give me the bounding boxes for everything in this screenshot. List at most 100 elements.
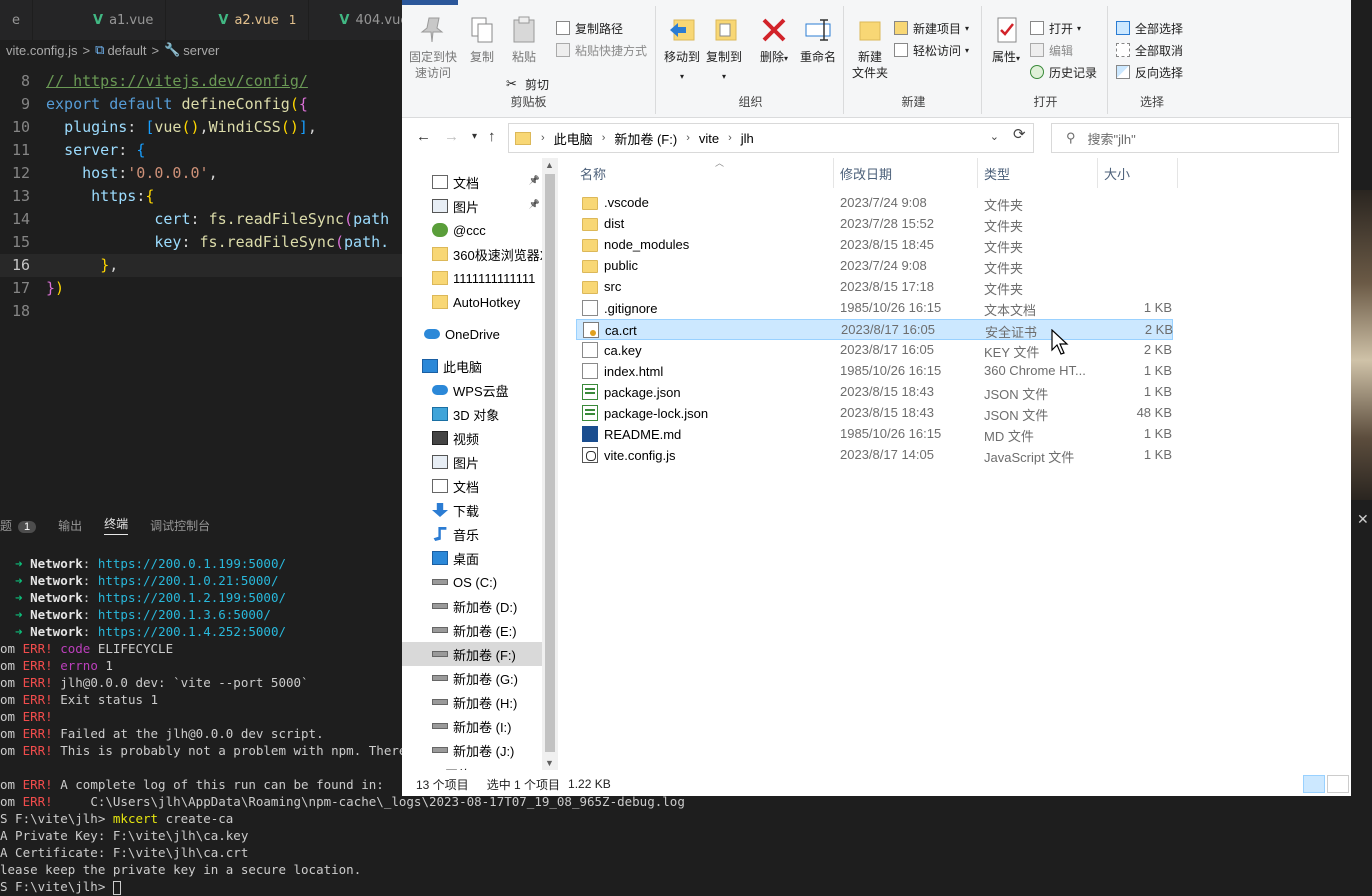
address-segment[interactable]: vite <box>699 131 719 146</box>
file-row[interactable]: package-lock.json 2023/8/15 18:43 JSON 文件 4… <box>576 403 1173 424</box>
nav-item[interactable]: AutoHotkey <box>402 290 542 314</box>
cut-button[interactable]: ✂ 剪切 <box>506 74 549 94</box>
nav-item[interactable]: 文档 <box>402 474 542 498</box>
nav-scrollbar[interactable]: ▲ ▼ <box>542 158 558 770</box>
nav-item[interactable]: 新加卷 (J:) <box>402 738 542 762</box>
column-header-date[interactable]: 修改日期 <box>834 158 978 188</box>
address-segment[interactable]: jlh <box>741 131 754 146</box>
chevron-down-icon[interactable]: ⌄ <box>990 130 999 143</box>
back-button[interactable]: ← <box>416 128 431 145</box>
terminal-link[interactable]: https://200.1.3.6:5000/ <box>98 607 271 622</box>
nav-item[interactable]: 下载 <box>402 498 542 522</box>
file-size: 2 KB <box>1144 322 1173 337</box>
large-icons-view-button[interactable] <box>1327 775 1349 793</box>
file-row[interactable]: public 2023/7/24 9:08 文件夹 <box>576 256 1173 277</box>
nav-item[interactable]: 网络 <box>402 762 542 771</box>
tab-terminal[interactable]: 终端 <box>104 515 129 535</box>
edit-button[interactable]: 编辑 <box>1030 40 1073 60</box>
easy-access-button[interactable]: 轻松访问 ▾ <box>894 40 969 60</box>
terminal-link[interactable]: https://200.1.4.252:5000/ <box>98 624 286 639</box>
select-none-button[interactable]: 全部取消 <box>1116 40 1183 60</box>
new-folder-button[interactable]: 新建 文件夹 <box>850 14 890 81</box>
up-button[interactable]: ↑ <box>488 128 496 145</box>
file-row[interactable]: package.json 2023/8/15 18:43 JSON 文件 1 KB <box>576 382 1173 403</box>
address-bar[interactable]: › 此电脑 › 新加卷 (F:) › vite › jlh ⌄ <box>508 123 1034 153</box>
close-icon[interactable]: ✕ <box>1357 512 1369 528</box>
details-view-button[interactable] <box>1303 775 1325 793</box>
markdown-file-icon <box>582 426 598 442</box>
file-row[interactable]: index.html 1985/10/26 16:15 360 Chrome HT.… <box>576 361 1173 382</box>
file-row[interactable]: .gitignore 1985/10/26 16:15 文本文档 1 KB <box>576 298 1173 319</box>
nav-item[interactable]: 新加卷 (F:) <box>402 642 542 666</box>
select-all-button[interactable]: 全部选择 <box>1116 18 1183 38</box>
forward-button[interactable]: → <box>444 128 459 145</box>
file-row[interactable]: ca.crt 2023/8/17 16:05 安全证书 2 KB <box>576 319 1173 340</box>
nav-item[interactable]: 文档 📌 <box>402 170 542 194</box>
paste-shortcut-button[interactable]: 粘贴快捷方式 <box>556 40 647 60</box>
copy-path-button[interactable]: 复制路径 <box>556 18 623 38</box>
terminal-link[interactable]: https://200.1.2.199:5000/ <box>98 590 286 605</box>
code-token: default <box>109 95 173 113</box>
nav-item[interactable]: 360极速浏览器X <box>402 242 542 266</box>
recent-locations-button[interactable]: ▾ <box>472 131 477 142</box>
invert-selection-button[interactable]: 反向选择 <box>1116 62 1183 82</box>
nav-item[interactable]: 新加卷 (H:) <box>402 690 542 714</box>
item-count: 13 个项目 <box>416 777 469 792</box>
nav-item[interactable]: 新加卷 (G:) <box>402 666 542 690</box>
tab-output[interactable]: 输出 <box>58 517 82 534</box>
tab-debug-console[interactable]: 调试控制台 <box>150 517 210 534</box>
nav-item[interactable]: 视频 <box>402 426 542 450</box>
file-date: 2023/8/15 18:43 <box>840 384 934 399</box>
file-row[interactable]: .vscode 2023/7/24 9:08 文件夹 <box>576 193 1173 214</box>
open-button[interactable]: 打开 ▾ <box>1030 18 1081 38</box>
properties-button[interactable]: 属性▾ <box>986 14 1026 67</box>
address-segment[interactable]: 新加卷 (F:) <box>614 129 677 148</box>
file-row[interactable]: src 2023/8/15 17:18 文件夹 <box>576 277 1173 298</box>
paste-button[interactable]: 粘贴 <box>504 14 544 65</box>
move-to-button[interactable]: 移动到 ▾ <box>662 14 702 85</box>
nav-item[interactable]: 新加卷 (E:) <box>402 618 542 642</box>
new-item-button[interactable]: 新建项目 ▾ <box>894 18 969 38</box>
breadcrumb-item[interactable]: server <box>183 43 219 58</box>
nav-item[interactable]: 桌面 <box>402 546 542 570</box>
editor-tab[interactable]: Va1.vue <box>33 0 167 40</box>
file-row[interactable]: vite.config.js 2023/8/17 14:05 JavaScript … <box>576 445 1173 466</box>
nav-item[interactable]: 图片 📌 <box>402 194 542 218</box>
file-row[interactable]: README.md 1985/10/26 16:15 MD 文件 1 KB <box>576 424 1173 445</box>
nav-item[interactable]: OneDrive <box>402 322 542 346</box>
column-header-name[interactable]: 名称 ︿ <box>574 158 834 188</box>
search-input[interactable]: ⚲ 搜索"jlh" <box>1051 123 1339 153</box>
pin-quick-access-button[interactable]: 固定到快 速访问 <box>408 14 458 81</box>
nav-item[interactable]: 新加卷 (I:) <box>402 714 542 738</box>
column-header-type[interactable]: 类型 <box>978 158 1098 188</box>
history-button[interactable]: 历史记录 <box>1030 62 1097 82</box>
breadcrumb-file[interactable]: vite.config.js <box>6 43 78 58</box>
rename-button[interactable]: 重命名 <box>796 14 840 65</box>
delete-button[interactable]: 删除▾ <box>756 14 792 67</box>
terminal-link[interactable]: https://200.0.1.199:5000/ <box>98 556 286 571</box>
refresh-button[interactable]: ⟳ <box>1013 125 1026 143</box>
breadcrumb-item[interactable]: default <box>107 43 146 58</box>
file-row[interactable]: dist 2023/7/28 15:52 文件夹 <box>576 214 1173 235</box>
nav-item[interactable]: 3D 对象 <box>402 402 542 426</box>
address-segment[interactable]: 此电脑 <box>554 129 593 148</box>
copy-to-button[interactable]: 复制到 ▾ <box>704 14 744 85</box>
nav-item[interactable]: OS (C:) <box>402 570 542 594</box>
file-row[interactable]: node_modules 2023/8/15 18:45 文件夹 <box>576 235 1173 256</box>
file-row[interactable]: ca.key 2023/8/17 16:05 KEY 文件 2 KB <box>576 340 1173 361</box>
editor-tab[interactable]: e <box>0 0 33 40</box>
nav-item[interactable]: 新加卷 (D:) <box>402 594 542 618</box>
editor-tab[interactable]: Va2.vue 1 <box>166 0 310 40</box>
nav-item[interactable]: @ccc <box>402 218 542 242</box>
nav-item[interactable]: 此电脑 <box>402 354 542 378</box>
nav-item[interactable]: 图片 <box>402 450 542 474</box>
copy-button[interactable]: 复制 <box>462 14 502 65</box>
nav-item[interactable]: WPS云盘 <box>402 378 542 402</box>
nav-item[interactable]: 音乐 <box>402 522 542 546</box>
column-header-size[interactable]: 大小 <box>1098 158 1178 188</box>
terminal-link[interactable]: https://200.1.0.21:5000/ <box>98 573 279 588</box>
code-editor[interactable]: 8 // https://vitejs.dev/config/ 9 export d… <box>0 70 402 323</box>
tab-problems[interactable]: 题1 <box>0 517 37 534</box>
nav-item[interactable]: 1111111111111 <box>402 266 542 290</box>
code-line: 8 // https://vitejs.dev/config/ <box>0 70 402 93</box>
